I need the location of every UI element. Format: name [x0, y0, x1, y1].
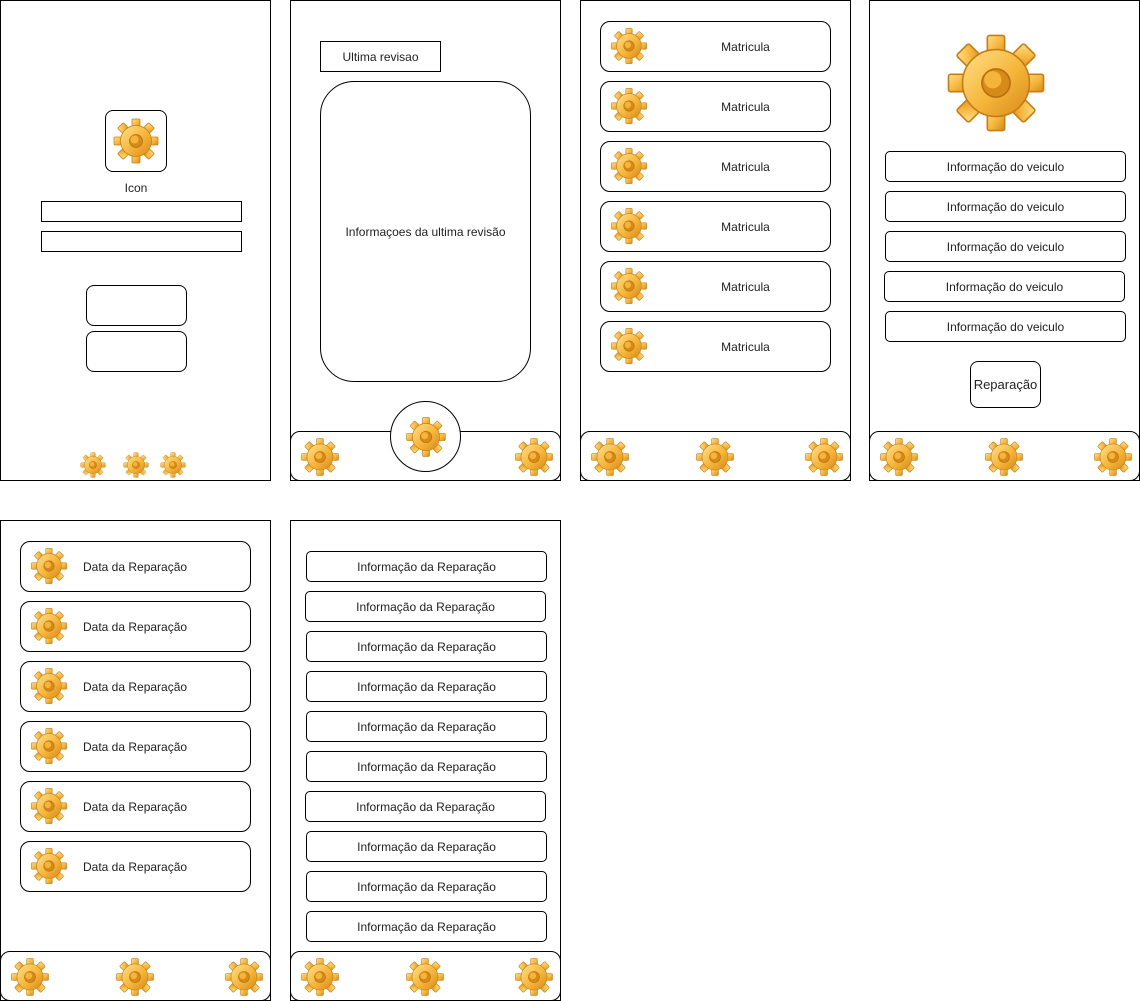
gear-icon[interactable]: [1092, 436, 1134, 478]
repair-date-item[interactable]: Data da Reparação: [20, 841, 251, 892]
password-input[interactable]: [41, 231, 242, 252]
gear-icon: [29, 846, 69, 886]
gear-icon[interactable]: [223, 956, 265, 998]
gear-icon: [29, 666, 69, 706]
plate-list-item[interactable]: Matricula: [600, 321, 831, 372]
plate-label: Matricula: [721, 339, 770, 354]
repair-info-item[interactable]: Informação da Reparação: [305, 591, 546, 622]
repair-info-item[interactable]: Informação da Reparação: [305, 791, 546, 822]
screen-login: Icon: [0, 0, 271, 481]
repair-date-label: Data da Reparação: [83, 559, 188, 574]
gear-icon: [942, 29, 1050, 137]
gear-icon[interactable]: [159, 451, 187, 479]
repair-date-label: Data da Reparação: [83, 799, 188, 814]
gear-icon: [609, 86, 649, 126]
gear-icon[interactable]: [299, 956, 341, 998]
gear-icon[interactable]: [694, 436, 736, 478]
vehicle-info-item[interactable]: Informação do veiculo: [885, 151, 1126, 182]
repair-info-item[interactable]: Informação da Reparação: [306, 631, 547, 662]
screen-vehicle: Informação do veiculo Informação do veicu…: [869, 0, 1140, 481]
repair-date-item[interactable]: Data da Reparação: [20, 601, 251, 652]
plate-list-item[interactable]: Matricula: [600, 81, 831, 132]
plate-label: Matricula: [721, 39, 770, 54]
register-button[interactable]: [86, 331, 187, 372]
gear-icon[interactable]: [589, 436, 631, 478]
plate-label: Matricula: [721, 99, 770, 114]
repair-info-item[interactable]: Informação da Reparação: [306, 711, 547, 742]
plate-list-item[interactable]: Matricula: [600, 201, 831, 252]
screen-plates: Matricula Matricula Matricula Matricula Matr…: [580, 0, 851, 481]
last-review-info-panel: Informaçoes da ultima revisão: [320, 81, 531, 382]
gear-icon: [404, 415, 448, 459]
vehicle-info-item[interactable]: Informação do veiculo: [885, 231, 1126, 262]
screen-repair-info: Informação da Reparação Informação da Rep…: [290, 520, 561, 1001]
plate-list-item[interactable]: Matricula: [600, 261, 831, 312]
vehicle-info-item[interactable]: Informação do veiculo: [885, 311, 1126, 342]
plate-list-item[interactable]: Matricula: [600, 141, 831, 192]
repair-date-label: Data da Reparação: [83, 619, 188, 634]
gear-icon[interactable]: [983, 436, 1025, 478]
gear-icon: [609, 146, 649, 186]
gear-icon: [111, 116, 161, 166]
gear-icon: [29, 606, 69, 646]
vehicle-info-item[interactable]: Informação do veiculo: [885, 191, 1126, 222]
last-review-button[interactable]: Ultima revisao: [320, 41, 441, 72]
gear-icon: [609, 206, 649, 246]
screen-last-review: Ultima revisao Informaçoes da ultima rev…: [290, 0, 561, 481]
gear-icon[interactable]: [114, 956, 156, 998]
repair-date-label: Data da Reparação: [83, 679, 188, 694]
repair-info-item[interactable]: Informação da Reparação: [306, 551, 547, 582]
repair-date-item[interactable]: Data da Reparação: [20, 661, 251, 712]
repair-date-item[interactable]: Data da Reparação: [20, 721, 251, 772]
gear-icon: [609, 26, 649, 66]
repair-info-item[interactable]: Informação da Reparação: [306, 831, 547, 862]
gear-icon[interactable]: [878, 436, 920, 478]
center-nav-button[interactable]: [390, 401, 461, 472]
gear-icon[interactable]: [404, 956, 446, 998]
repair-info-item[interactable]: Informação da Reparação: [306, 751, 547, 782]
app-icon-frame: [105, 110, 167, 172]
bottom-nav-bar: [0, 951, 271, 1001]
bottom-nav-bar: [580, 431, 851, 481]
gear-icon: [29, 786, 69, 826]
gear-icon[interactable]: [513, 956, 555, 998]
screen-repair-dates: Data da Reparação Data da Reparação Data d…: [0, 520, 271, 1001]
bottom-nav-bar: [290, 951, 561, 1001]
username-input[interactable]: [41, 201, 242, 222]
gear-icon[interactable]: [803, 436, 845, 478]
repair-info-item[interactable]: Informação da Reparação: [306, 911, 547, 942]
repair-info-item[interactable]: Informação da Reparação: [306, 671, 547, 702]
gear-icon[interactable]: [513, 436, 555, 478]
gear-icon: [29, 726, 69, 766]
plate-label: Matricula: [721, 159, 770, 174]
vehicle-info-item[interactable]: Informação do veiculo: [884, 271, 1125, 302]
login-button[interactable]: [86, 285, 187, 326]
bottom-nav-bar: [869, 431, 1140, 481]
repair-date-item[interactable]: Data da Reparação: [20, 781, 251, 832]
repair-button[interactable]: Reparação: [970, 361, 1041, 408]
gear-icon[interactable]: [79, 451, 107, 479]
plate-label: Matricula: [721, 279, 770, 294]
repair-info-item[interactable]: Informação da Reparação: [306, 871, 547, 902]
icon-label: Icon: [124, 181, 148, 195]
gear-icon: [609, 266, 649, 306]
gear-icon: [29, 546, 69, 586]
repair-date-label: Data da Reparação: [83, 859, 188, 874]
plate-list-item[interactable]: Matricula: [600, 21, 831, 72]
gear-icon[interactable]: [9, 956, 51, 998]
gear-icon[interactable]: [122, 451, 150, 479]
repair-date-item[interactable]: Data da Reparação: [20, 541, 251, 592]
gear-icon[interactable]: [299, 436, 341, 478]
repair-date-label: Data da Reparação: [83, 739, 188, 754]
plate-label: Matricula: [721, 219, 770, 234]
gear-icon: [609, 326, 649, 366]
